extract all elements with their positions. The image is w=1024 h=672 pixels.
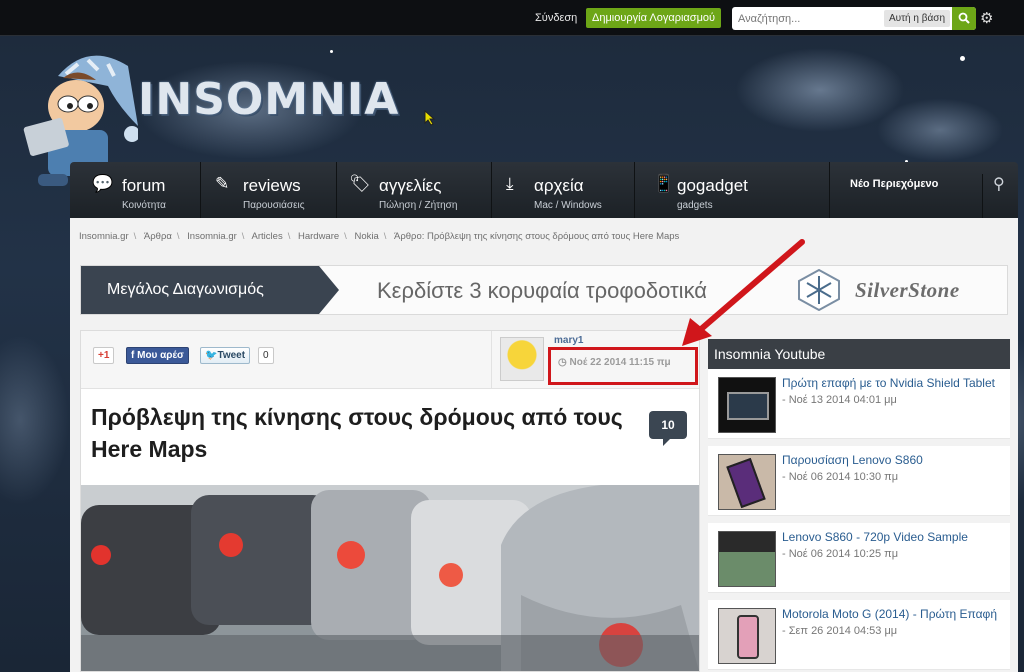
annotation-arrow: [682, 239, 805, 346]
